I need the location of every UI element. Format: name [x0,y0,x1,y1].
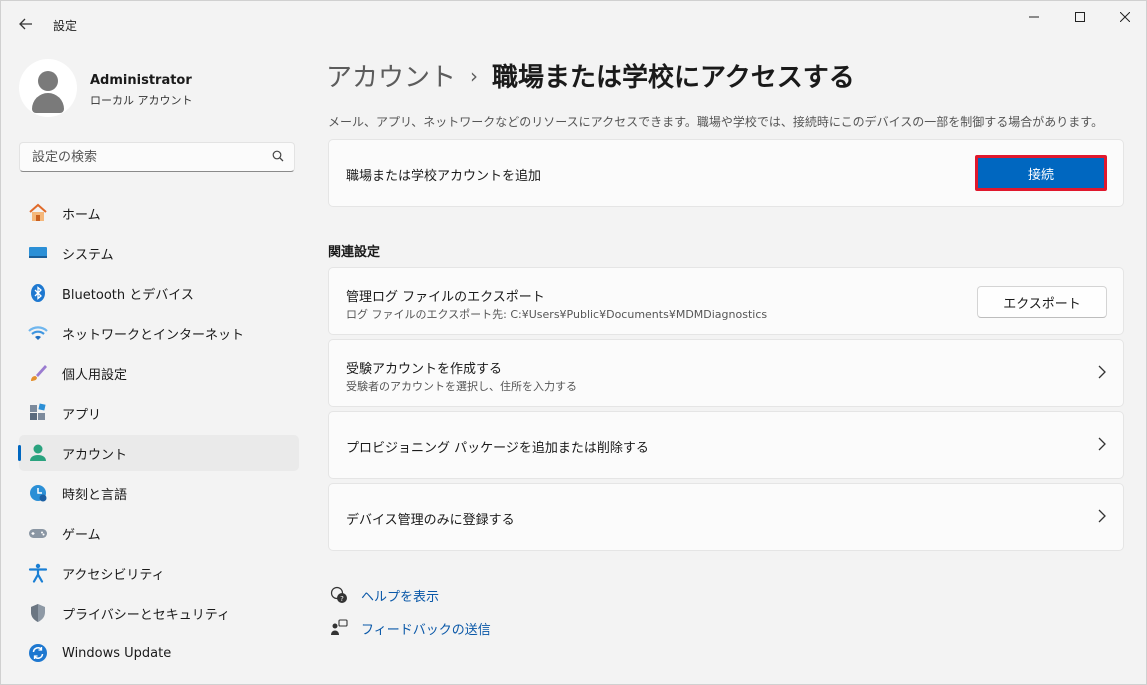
settings-window: 設定 Administrator ローカル アカウント ホーム [0,0,1147,685]
sidebar-item-label: ネットワークとインターネット [62,327,245,343]
export-logs-card: 管理ログ ファイルのエクスポート ログ ファイルのエクスポート先: C:¥Use… [328,267,1124,335]
feedback-icon [328,618,350,638]
provisioning-title: プロビジョニング パッケージを追加または削除する [346,441,649,456]
avatar [19,59,77,117]
bluetooth-icon [28,283,48,303]
user-profile[interactable]: Administrator ローカル アカウント [19,59,193,117]
network-icon [28,323,48,343]
chevron-right-icon [1098,508,1106,527]
sidebar-item-gaming[interactable]: ゲーム [19,515,299,551]
get-help-link[interactable]: ? ヘルプを表示 [328,585,439,605]
gamepad-icon [28,523,48,543]
accessibility-icon [28,563,48,583]
close-button[interactable] [1102,1,1147,33]
sidebar-item-time-language[interactable]: 時刻と言語 [19,475,299,511]
system-icon [28,243,48,263]
sidebar-item-network[interactable]: ネットワークとインターネット [19,315,299,351]
export-logs-path: ログ ファイルのエクスポート先: C:¥Users¥Public¥Documen… [346,308,768,321]
sidebar-item-accessibility[interactable]: アクセシビリティ [19,555,299,591]
connect-button[interactable]: 接続 [975,155,1107,191]
sidebar-item-label: プライバシーとセキュリティ [62,607,230,623]
chevron-right-icon [1098,364,1106,383]
app-title: 設定 [53,19,78,33]
apps-icon [28,403,48,423]
minimize-icon [1029,16,1039,18]
sidebar-item-label: 時刻と言語 [62,487,128,503]
sidebar-item-home[interactable]: ホーム [19,195,299,231]
feedback-link[interactable]: フィードバックの送信 [328,618,491,638]
export-logs-title: 管理ログ ファイルのエクスポート [346,290,545,305]
sidebar-item-label: ゲーム [62,527,101,543]
mdm-only-title: デバイス管理のみに登録する [346,513,515,528]
export-button[interactable]: エクスポート [977,286,1107,318]
search-input[interactable] [30,149,264,166]
breadcrumb-parent[interactable]: アカウント [326,63,456,93]
sidebar-item-bluetooth[interactable]: Bluetooth とデバイス [19,275,299,311]
breadcrumb: アカウント › 職場または学校にアクセスする [326,57,855,94]
settings-search[interactable] [19,142,295,172]
sidebar-item-label: Windows Update [62,645,172,661]
sidebar-item-label: ホーム [62,207,101,223]
get-help-label: ヘルプを表示 [361,589,440,605]
mdm-only-card[interactable]: デバイス管理のみに登録する [328,483,1124,551]
exam-account-card[interactable]: 受験アカウントを作成する 受験者のアカウントを選択し、住所を入力する [328,339,1124,407]
sidebar-item-system[interactable]: システム [19,235,299,271]
maximize-button[interactable] [1057,1,1103,33]
sidebar-item-apps[interactable]: アプリ [19,395,299,431]
sidebar-item-personalization[interactable]: 個人用設定 [19,355,299,391]
sidebar-item-label: Bluetooth とデバイス [62,287,194,303]
exam-account-subtitle: 受験者のアカウントを選択し、住所を入力する [346,380,577,393]
sidebar-item-label: 個人用設定 [62,367,128,383]
sidebar-nav: ホーム システム Bluetooth とデバイス ネットワークとインターネット … [18,195,299,675]
sidebar-item-label: システム [62,247,114,263]
sidebar-item-label: アプリ [62,407,102,423]
svg-text:?: ? [340,595,344,603]
minimize-button[interactable] [1011,1,1057,33]
add-account-label: 職場または学校アカウントを追加 [346,169,542,184]
provisioning-card[interactable]: プロビジョニング パッケージを追加または削除する [328,411,1124,479]
maximize-icon [1075,12,1085,22]
title-bar: 設定 [1,1,1146,47]
add-account-card: 職場または学校アカウントを追加 接続 [328,139,1124,207]
back-arrow-icon [19,18,32,30]
exam-account-title: 受験アカウントを作成する [346,362,503,377]
update-icon [28,643,48,663]
sidebar-item-label: アクセシビリティ [62,567,165,583]
brush-icon [28,363,48,383]
user-name: Administrator [90,73,192,88]
sidebar-item-windows-update[interactable]: Windows Update [19,635,299,671]
account-icon [28,443,48,463]
feedback-label: フィードバックの送信 [361,622,491,638]
breadcrumb-separator-icon: › [470,64,479,88]
close-icon [1120,12,1130,22]
back-button[interactable] [13,11,39,37]
chevron-right-icon [1098,436,1106,455]
sidebar-item-label: アカウント [62,447,128,463]
help-icon: ? [328,585,350,605]
sidebar-item-accounts[interactable]: アカウント [18,435,299,471]
home-icon [28,203,48,223]
account-type: ローカル アカウント [90,94,193,107]
search-icon[interactable] [272,150,284,165]
sidebar-item-privacy[interactable]: プライバシーとセキュリティ [19,595,299,631]
page-title: 職場または学校にアクセスする [492,63,855,93]
shield-icon [28,603,48,623]
related-settings-heading: 関連設定 [328,245,381,260]
page-description: メール、アプリ、ネットワークなどのリソースにアクセスできます。職場や学校では、接… [328,115,1104,129]
time-language-icon [28,483,48,503]
